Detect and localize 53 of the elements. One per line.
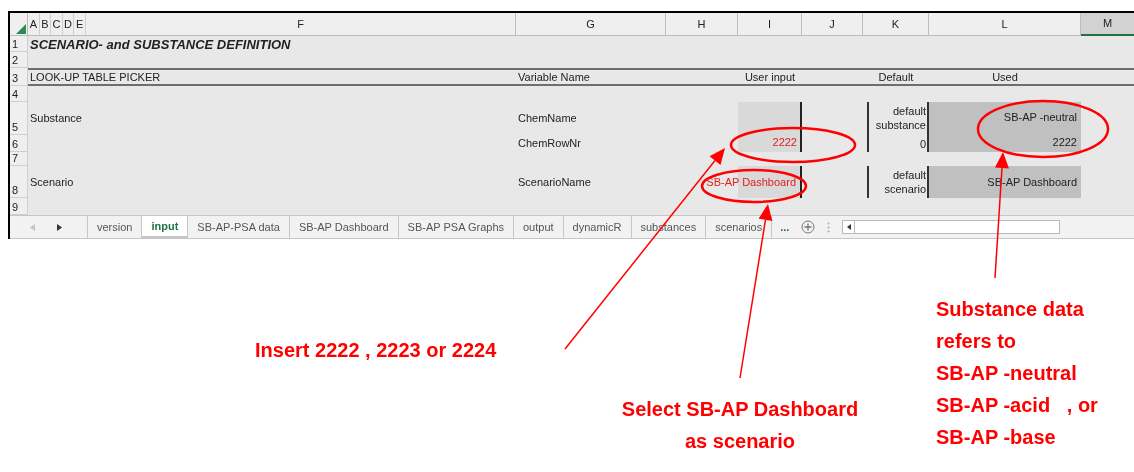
- default-label: default substance: [874, 104, 926, 132]
- select-all-icon[interactable]: [16, 24, 26, 34]
- column-header[interactable]: D: [62, 13, 75, 35]
- column-header[interactable]: F: [86, 13, 516, 36]
- row-number[interactable]: 7: [10, 152, 28, 166]
- column-header[interactable]: M: [1081, 13, 1134, 36]
- default-value: 0: [919, 139, 926, 150]
- variable-name: ChemRowNr: [518, 138, 581, 149]
- sheet-title: SCENARIO- and SUBSTANCE DEFINITION: [30, 37, 291, 51]
- scroll-right-icon[interactable]: [57, 223, 62, 231]
- column-header[interactable]: J: [802, 13, 863, 36]
- row-number[interactable]: 9: [10, 198, 28, 215]
- sheet-tab[interactable]: dynamicR: [563, 216, 632, 238]
- column-header[interactable]: C: [51, 13, 63, 35]
- column-label: User input: [744, 71, 796, 83]
- add-sheet-icon[interactable]: [801, 220, 816, 234]
- used-value: SB-AP -neutral: [1003, 112, 1077, 123]
- column-label: Default: [878, 71, 914, 83]
- row-number[interactable]: 1: [10, 36, 28, 52]
- column-header[interactable]: G: [516, 13, 666, 36]
- row-label: Scenario: [30, 176, 74, 188]
- row-number[interactable]: 2: [10, 52, 28, 68]
- used-value: 2222: [1052, 137, 1077, 148]
- horizontal-scrollbar[interactable]: [842, 220, 1061, 234]
- column-header[interactable]: E: [74, 13, 86, 35]
- input-field[interactable]: SB-AP Dashboard: [706, 176, 796, 188]
- section-label: LOOK-UP TABLE PICKER: [30, 71, 161, 83]
- annotation-text: Select SB-AP Dashboard as scenario: [620, 397, 860, 454]
- row-number[interactable]: 3: [10, 68, 28, 86]
- column-label: Used: [992, 71, 1018, 83]
- column-header[interactable]: A: [28, 13, 40, 35]
- column-header[interactable]: L: [929, 13, 1081, 36]
- variable-name: ScenarioName: [518, 176, 591, 188]
- column-header[interactable]: H: [666, 13, 738, 36]
- sheet-tab[interactable]: SB-AP PSA Graphs: [398, 216, 514, 238]
- row-number[interactable]: 4: [10, 86, 28, 102]
- column-header[interactable]: K: [863, 13, 929, 36]
- column-label: Variable Name: [518, 71, 590, 83]
- sheet-tab[interactable]: SB-AP-PSA data: [188, 216, 290, 238]
- variable-name: ChemName: [518, 113, 577, 124]
- annotation-text: Insert 2222 , 2223 or 2224: [255, 338, 497, 363]
- annotation-text: Substance data refers to SB-AP -neutral SB-AP -acid , or SB-AP -base: [936, 297, 1098, 450]
- sheet-tab[interactable]: output: [514, 216, 564, 238]
- sheet-tab[interactable]: input: [142, 216, 189, 238]
- row-label: Substance: [30, 113, 82, 124]
- sheet-tab[interactable]: SB-AP Dashboard: [289, 216, 399, 238]
- row-number[interactable]: 8: [10, 166, 28, 198]
- default-label: default scenario: [883, 168, 926, 196]
- row-number[interactable]: 5: [10, 102, 28, 135]
- column-header[interactable]: I: [738, 13, 802, 36]
- column-header[interactable]: B: [39, 13, 52, 35]
- more-tabs-button[interactable]: ...: [780, 218, 790, 236]
- row-number[interactable]: 6: [10, 135, 28, 152]
